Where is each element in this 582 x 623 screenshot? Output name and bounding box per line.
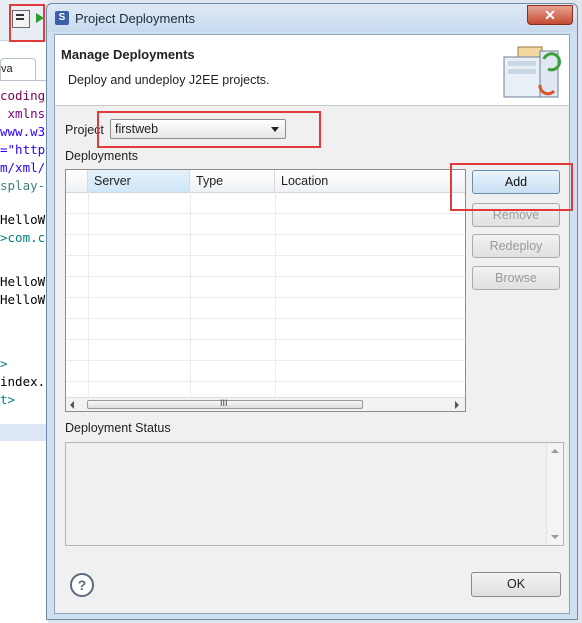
scrollbar-thumb[interactable]: III [87,398,363,409]
code-line: coding [0,88,46,103]
table-header: Server Type Location [66,170,465,193]
table-row [66,381,465,382]
annotation-highlight-add [450,163,573,211]
ide-toolbar [0,0,48,42]
help-icon[interactable]: ? [70,573,94,597]
annotation-highlight-project [97,111,321,148]
dialog-content: Manage Deployments Deploy and undeploy J… [54,34,573,614]
column-divider [190,192,191,397]
eclipse-icon: S [55,11,69,25]
column-divider [275,192,276,397]
table-row [66,339,465,340]
redeploy-button[interactable]: Redeploy [472,234,560,258]
column-header-server[interactable]: Server [88,170,190,192]
header-description: Deploy and undeploy J2EE projects. [68,73,270,87]
code-line: splay- [0,178,46,193]
deployments-label: Deployments [65,149,138,163]
close-button[interactable]: ✕ [527,5,573,25]
code-line: ="http [0,142,46,157]
code-line: m/xml/ [0,160,46,175]
current-line-highlight [0,424,48,441]
horizontal-scrollbar[interactable]: III [66,397,465,411]
code-line: xmlns [0,106,46,121]
scroll-up-icon[interactable] [551,449,559,453]
ok-button[interactable]: OK [471,572,561,597]
code-line: www.w3 [0,124,46,139]
table-row [66,213,465,214]
code-line: index. [0,374,46,389]
scroll-left-icon[interactable] [70,401,74,409]
code-line: >com.c [0,230,46,245]
deployments-table[interactable]: Server Type Location III [65,169,466,412]
dialog-titlebar[interactable]: S Project Deployments ✕ [47,4,577,32]
browse-button[interactable]: Browse [472,266,560,290]
code-line: > [0,356,8,371]
dialog-title: Project Deployments [75,11,195,26]
table-row [66,318,465,319]
editor-tab[interactable]: va [0,58,36,80]
table-row [66,276,465,277]
column-divider [88,192,89,397]
tab-divider [0,80,48,81]
deployment-status-area[interactable] [65,442,564,546]
scroll-right-icon[interactable] [455,401,459,409]
header-title: Manage Deployments [61,47,195,62]
code-line: HelloW [0,292,46,307]
scroll-down-icon[interactable] [551,535,559,539]
deploy-wizard-icon [503,46,561,98]
column-header-location[interactable]: Location [275,170,465,192]
vertical-scrollbar[interactable] [546,443,563,545]
table-row [66,234,465,235]
annotation-highlight-toolbar [9,4,45,42]
project-deployments-dialog: S Project Deployments ✕ Manage Deploymen… [46,3,578,620]
code-line: HelloW [0,212,46,227]
column-header-type[interactable]: Type [190,170,275,192]
table-row [66,360,465,361]
dialog-header: Manage Deployments Deploy and undeploy J… [55,35,569,106]
table-row [66,255,465,256]
code-editor-background: va coding xmlns www.w3 ="http m/xml/splay- H… [0,0,48,623]
deployment-status-label: Deployment Status [65,421,171,435]
code-line: HelloW [0,274,46,289]
scrollbar-grip: III [220,398,228,408]
table-row [66,297,465,298]
code-line: t> [0,392,16,407]
table-header-blank [66,170,88,192]
